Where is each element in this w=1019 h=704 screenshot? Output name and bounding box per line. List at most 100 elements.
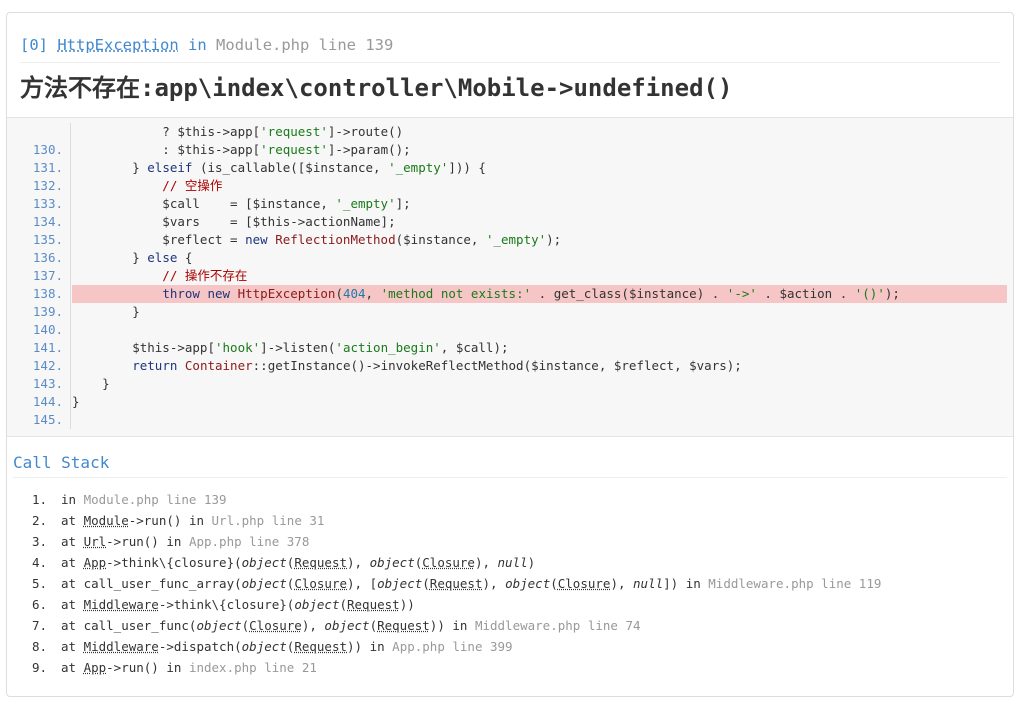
code-text: $reflect = new ReflectionMethod($instanc… xyxy=(72,232,562,247)
line-number: 133. xyxy=(32,196,63,211)
line-number: 144. xyxy=(32,394,63,409)
code-line: 135. $reflect = new ReflectionMethod($in… xyxy=(7,231,1013,249)
line-number: 135. xyxy=(32,232,63,247)
gutter-divider xyxy=(70,231,71,249)
call-stack-index: 8. xyxy=(31,639,47,654)
code-line: 134. $vars = [$this->actionName]; xyxy=(7,213,1013,231)
arg-type: object xyxy=(241,639,287,654)
call-stack-index: 2. xyxy=(31,513,47,528)
class-abbr[interactable]: Request xyxy=(294,639,347,654)
gutter-divider xyxy=(70,177,71,195)
class-abbr[interactable]: Request xyxy=(294,555,347,570)
class-abbr[interactable]: Url xyxy=(84,534,107,549)
code-line: 130. : $this->app['request']->param(); xyxy=(7,141,1013,159)
arg-type: null xyxy=(633,576,664,591)
gutter-divider xyxy=(70,159,71,177)
call-text: ->run() in xyxy=(106,660,189,675)
code-line: 137. // 操作不存在 xyxy=(7,267,1013,285)
call-text: at xyxy=(61,597,84,612)
class-abbr[interactable]: Request xyxy=(347,597,400,612)
arg-type: object xyxy=(369,555,415,570)
call-text: )) in xyxy=(347,639,393,654)
line-number: 137. xyxy=(32,268,63,283)
call-stack-item: 2. at Module->run() in Url.php line 31 xyxy=(13,510,1007,531)
call-text: at xyxy=(61,534,84,549)
call-text: ->run() in xyxy=(128,513,212,528)
line-number: 138. xyxy=(32,286,63,301)
call-stack-index: 3. xyxy=(31,534,47,549)
line-number: 139. xyxy=(32,304,63,319)
code-line: 141. $this->app['hook']->listen('action_… xyxy=(7,339,1013,357)
call-text: ), xyxy=(347,555,370,570)
gutter-divider xyxy=(70,213,71,231)
call-stack-item: 5. at call_user_func_array(object(Closure… xyxy=(13,573,1007,594)
gutter-divider xyxy=(70,357,71,375)
class-abbr[interactable]: App xyxy=(84,660,107,675)
code-line: 142. return Container::getInstance()->in… xyxy=(7,357,1013,375)
arg-type: object xyxy=(241,555,287,570)
code-line: 144.} xyxy=(7,393,1013,411)
code-text: ? $this->app['request']->route() xyxy=(72,124,404,139)
call-text: )) in xyxy=(429,618,475,633)
call-text: ->think\{closure}( xyxy=(158,597,295,612)
exception-header: [0] HttpException in Module.php line 139… xyxy=(7,13,1013,115)
call-text: ), xyxy=(610,576,634,591)
call-text: at xyxy=(61,513,84,528)
exception-class-link[interactable]: HttpException xyxy=(57,36,178,54)
file-location: App.php line 378 xyxy=(188,534,310,549)
gutter-divider xyxy=(70,393,71,411)
arg-type: object xyxy=(505,576,551,591)
call-stack-index: 5. xyxy=(31,576,47,591)
call-text: ]) in xyxy=(663,576,709,591)
code-line-highlighted: 138. throw new HttpException(404, 'metho… xyxy=(7,285,1013,303)
call-stack-item: 9. at App->run() in index.php line 21 xyxy=(13,657,1007,678)
class-abbr[interactable]: Request xyxy=(430,576,483,591)
arg-type: object xyxy=(241,576,287,591)
code-text: } xyxy=(72,304,140,319)
class-abbr[interactable]: Closure xyxy=(558,576,611,591)
exception-info: [0] HttpException in Module.php line 139 xyxy=(20,35,1000,63)
class-abbr[interactable]: Module xyxy=(84,513,129,528)
file-location: Middleware.php line 74 xyxy=(474,618,641,633)
call-text: ), [ xyxy=(347,576,378,591)
call-text: at xyxy=(61,555,84,570)
gutter-divider xyxy=(70,375,71,393)
call-text: ->run() in xyxy=(106,534,189,549)
call-text: ->think\{closure}( xyxy=(106,555,242,570)
call-text: at call_user_func( xyxy=(61,618,197,633)
code-text: } elseif (is_callable([$instance, '_empt… xyxy=(72,160,486,175)
call-text: ( xyxy=(422,576,430,591)
class-abbr[interactable]: Closure xyxy=(249,618,302,633)
class-abbr[interactable]: Middleware xyxy=(84,639,159,654)
code-line: ? $this->app['request']->route() xyxy=(7,123,1013,141)
call-text: in xyxy=(61,492,84,507)
code-text: $this->app['hook']->listen('action_begin… xyxy=(72,340,509,355)
class-abbr[interactable]: Closure xyxy=(422,555,475,570)
class-abbr[interactable]: Middleware xyxy=(84,597,159,612)
gutter-divider xyxy=(70,195,71,213)
line-number: 134. xyxy=(32,214,63,229)
file-location: Middleware.php line 119 xyxy=(708,576,882,591)
call-stack-index: 6. xyxy=(31,597,47,612)
call-stack-item: 6. at Middleware->think\{closure}(object(… xyxy=(13,594,1007,615)
exception-file-line: Module.php line 139 xyxy=(216,36,394,54)
call-stack-title: Call Stack xyxy=(13,453,1007,478)
class-abbr[interactable]: Request xyxy=(377,618,430,633)
call-stack-item: 7. at call_user_func(object(Closure), obj… xyxy=(13,615,1007,636)
gutter-divider xyxy=(70,339,71,357)
gutter-divider xyxy=(70,267,71,285)
code-text: } else { xyxy=(72,250,193,265)
file-location: Module.php line 139 xyxy=(83,492,227,507)
code-line: 145. xyxy=(7,411,1013,429)
source-code: ? $this->app['request']->route() 130. : $… xyxy=(7,123,1013,429)
file-location: App.php line 399 xyxy=(392,639,513,654)
class-abbr[interactable]: App xyxy=(84,555,107,570)
exception-in-word: in xyxy=(188,36,207,54)
arg-type: object xyxy=(196,618,242,633)
file-location: index.php line 21 xyxy=(188,660,317,675)
class-abbr[interactable]: Closure xyxy=(294,576,347,591)
code-line: 132. // 空操作 xyxy=(7,177,1013,195)
source-code-panel: ? $this->app['request']->route() 130. : $… xyxy=(7,117,1013,437)
gutter-divider xyxy=(70,123,71,141)
code-text: : $this->app['request']->param(); xyxy=(72,142,411,157)
